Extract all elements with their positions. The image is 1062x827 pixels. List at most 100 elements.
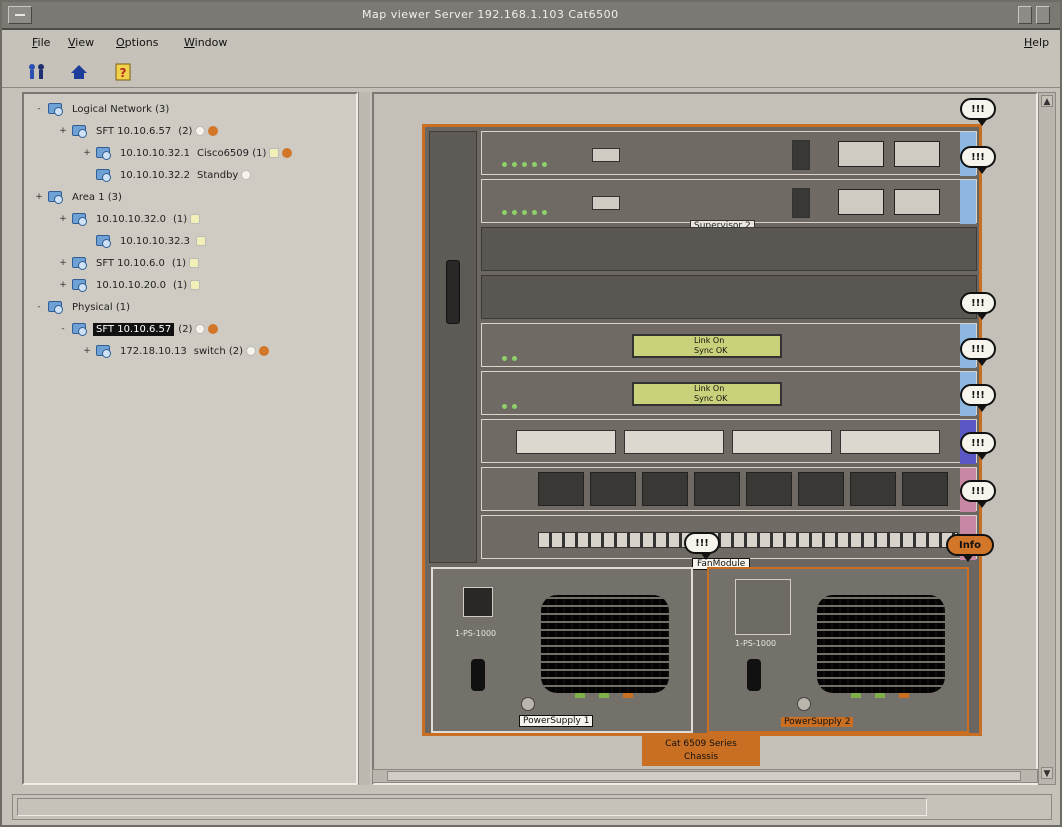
- alarm-callout[interactable]: !!!: [960, 480, 996, 508]
- chassis[interactable]: Supervisor 2 Link On Sync OK Link On Syn…: [422, 124, 982, 736]
- slot-9-module[interactable]: FanModule: [481, 515, 977, 570]
- power-supply-1[interactable]: 1-PS-1000 PowerSupply 1: [431, 567, 693, 733]
- menu-file[interactable]: File: [32, 36, 50, 49]
- rj45-port-group[interactable]: [840, 430, 940, 454]
- tree-node[interactable]: - Logical Network (3): [32, 100, 172, 118]
- power-switch[interactable]: [747, 659, 761, 691]
- vertical-scrollbar[interactable]: ▲ ▼: [1038, 92, 1056, 785]
- rj45-port-group[interactable]: [732, 430, 832, 454]
- horizontal-scroll-thumb[interactable]: [387, 771, 1021, 781]
- gbic-port[interactable]: [746, 472, 792, 506]
- discover-icon[interactable]: [24, 60, 50, 84]
- help-icon[interactable]: ?: [110, 60, 136, 84]
- tree-node[interactable]: - SFT 10.10.6.57 (2): [56, 320, 219, 338]
- tree-expander-icon[interactable]: +: [56, 214, 70, 224]
- tree-node[interactable]: +172.18.10.13 switch (2): [80, 342, 270, 360]
- status-led: [512, 404, 517, 409]
- menu-help[interactable]: Help: [1024, 36, 1049, 49]
- menu-options[interactable]: Options: [116, 36, 158, 49]
- tree-node[interactable]: 10.10.10.32.3: [80, 232, 206, 250]
- tree-expander-icon[interactable]: +: [80, 346, 94, 356]
- tree-node-suffix: (2): [178, 125, 193, 137]
- network-node-icon: [70, 123, 90, 139]
- psu-led: [575, 693, 585, 698]
- gbic-port[interactable]: [642, 472, 688, 506]
- tree-node[interactable]: +10.10.10.32.0 (1): [56, 210, 201, 228]
- tree-node[interactable]: 10.10.10.32.2 Standby: [80, 166, 252, 184]
- tree-node-label: 10.10.10.32.0: [96, 213, 166, 225]
- psu-1-model: 1-PS-1000: [455, 629, 497, 638]
- console-port[interactable]: [592, 148, 620, 162]
- uplink-port[interactable]: [838, 141, 884, 167]
- tree-expander-icon[interactable]: -: [32, 302, 46, 312]
- status-led: [502, 210, 507, 215]
- tree-expander-icon[interactable]: +: [80, 148, 94, 158]
- info-callout[interactable]: Info: [946, 534, 994, 562]
- slot-8-module[interactable]: [481, 467, 977, 512]
- rj45-port-group[interactable]: [624, 430, 724, 454]
- slot-7-module[interactable]: [481, 419, 977, 464]
- window-menu-button[interactable]: [8, 6, 32, 24]
- tree-expander-icon[interactable]: +: [56, 126, 70, 136]
- slot-4-empty[interactable]: [481, 275, 977, 319]
- window-title: Map viewer Server 192.168.1.103 Cat6500: [362, 8, 619, 21]
- power-switch[interactable]: [471, 659, 485, 691]
- alarm-callout[interactable]: !!!: [960, 432, 996, 460]
- network-node-icon: [70, 211, 90, 227]
- chassis-fan-tray[interactable]: [429, 131, 477, 563]
- tree-expander-icon[interactable]: +: [56, 258, 70, 268]
- alarm-callout[interactable]: !!!: [684, 532, 720, 560]
- tree-node[interactable]: + Area 1 (3): [32, 188, 125, 206]
- status-led: [522, 162, 527, 167]
- slot-3-empty[interactable]: [481, 227, 977, 271]
- chassis-label[interactable]: Cat 6509 Series Chassis: [642, 736, 760, 766]
- slot-1-module[interactable]: [481, 131, 977, 176]
- rj45-port-group[interactable]: [516, 430, 616, 454]
- fan-tray-handle: [446, 260, 460, 324]
- gbic-port[interactable]: [538, 472, 584, 506]
- uplink-port[interactable]: [894, 189, 940, 215]
- maximize-button[interactable]: [1036, 6, 1050, 24]
- console-port[interactable]: [592, 196, 620, 210]
- uplink-port[interactable]: [838, 189, 884, 215]
- scroll-down-icon[interactable]: ▼: [1041, 767, 1053, 779]
- tree-node[interactable]: +10.10.10.32.1 Cisco6509 (1): [80, 144, 293, 162]
- gbic-port[interactable]: [798, 472, 844, 506]
- tree-expander-icon[interactable]: +: [32, 192, 46, 202]
- gbic-port[interactable]: [694, 472, 740, 506]
- tree-expander-icon[interactable]: -: [32, 104, 46, 114]
- menu-view[interactable]: View: [68, 36, 94, 49]
- slot-6-module[interactable]: Link On Sync OK: [481, 371, 977, 416]
- tree-expander-icon[interactable]: +: [56, 280, 70, 290]
- alarm-callout[interactable]: !!!: [960, 292, 996, 320]
- tree-node-label: 10.10.10.20.0: [96, 279, 166, 291]
- pcmcia-slot[interactable]: [792, 140, 810, 170]
- tree-node[interactable]: +10.10.10.20.0 (1): [56, 276, 201, 294]
- gbic-port[interactable]: [902, 472, 948, 506]
- uplink-port[interactable]: [894, 141, 940, 167]
- tree-splitter[interactable]: [358, 92, 370, 785]
- home-icon[interactable]: [66, 60, 92, 84]
- tree-node-label: SFT 10.10.6.57: [93, 322, 175, 336]
- alarm-callout[interactable]: !!!: [960, 384, 996, 412]
- scroll-up-icon[interactable]: ▲: [1041, 95, 1053, 107]
- network-node-icon: [46, 299, 66, 315]
- alarm-callout[interactable]: !!!: [960, 98, 996, 126]
- horizontal-scrollbar[interactable]: [372, 769, 1038, 783]
- tree-node[interactable]: + SFT 10.10.6.57 (2): [56, 122, 219, 140]
- fiber-port-strip[interactable]: [538, 532, 958, 548]
- alarm-callout[interactable]: !!!: [960, 338, 996, 366]
- slot-2-module[interactable]: Supervisor 2: [481, 179, 977, 232]
- menu-window[interactable]: Window: [184, 36, 227, 49]
- slot-5-module[interactable]: Link On Sync OK: [481, 323, 977, 368]
- tree-node[interactable]: + SFT 10.10.6.0 (1): [56, 254, 200, 272]
- tree-node-suffix: (1): [171, 257, 187, 269]
- gbic-port[interactable]: [850, 472, 896, 506]
- tree-expander-icon[interactable]: -: [56, 324, 70, 334]
- pcmcia-slot[interactable]: [792, 188, 810, 218]
- tree-node[interactable]: - Physical (1): [32, 298, 133, 316]
- minimize-button[interactable]: [1018, 6, 1032, 24]
- power-supply-2[interactable]: 1-PS-1000 PowerSupply 2: [707, 567, 969, 733]
- gbic-port[interactable]: [590, 472, 636, 506]
- alarm-callout[interactable]: !!!: [960, 146, 996, 174]
